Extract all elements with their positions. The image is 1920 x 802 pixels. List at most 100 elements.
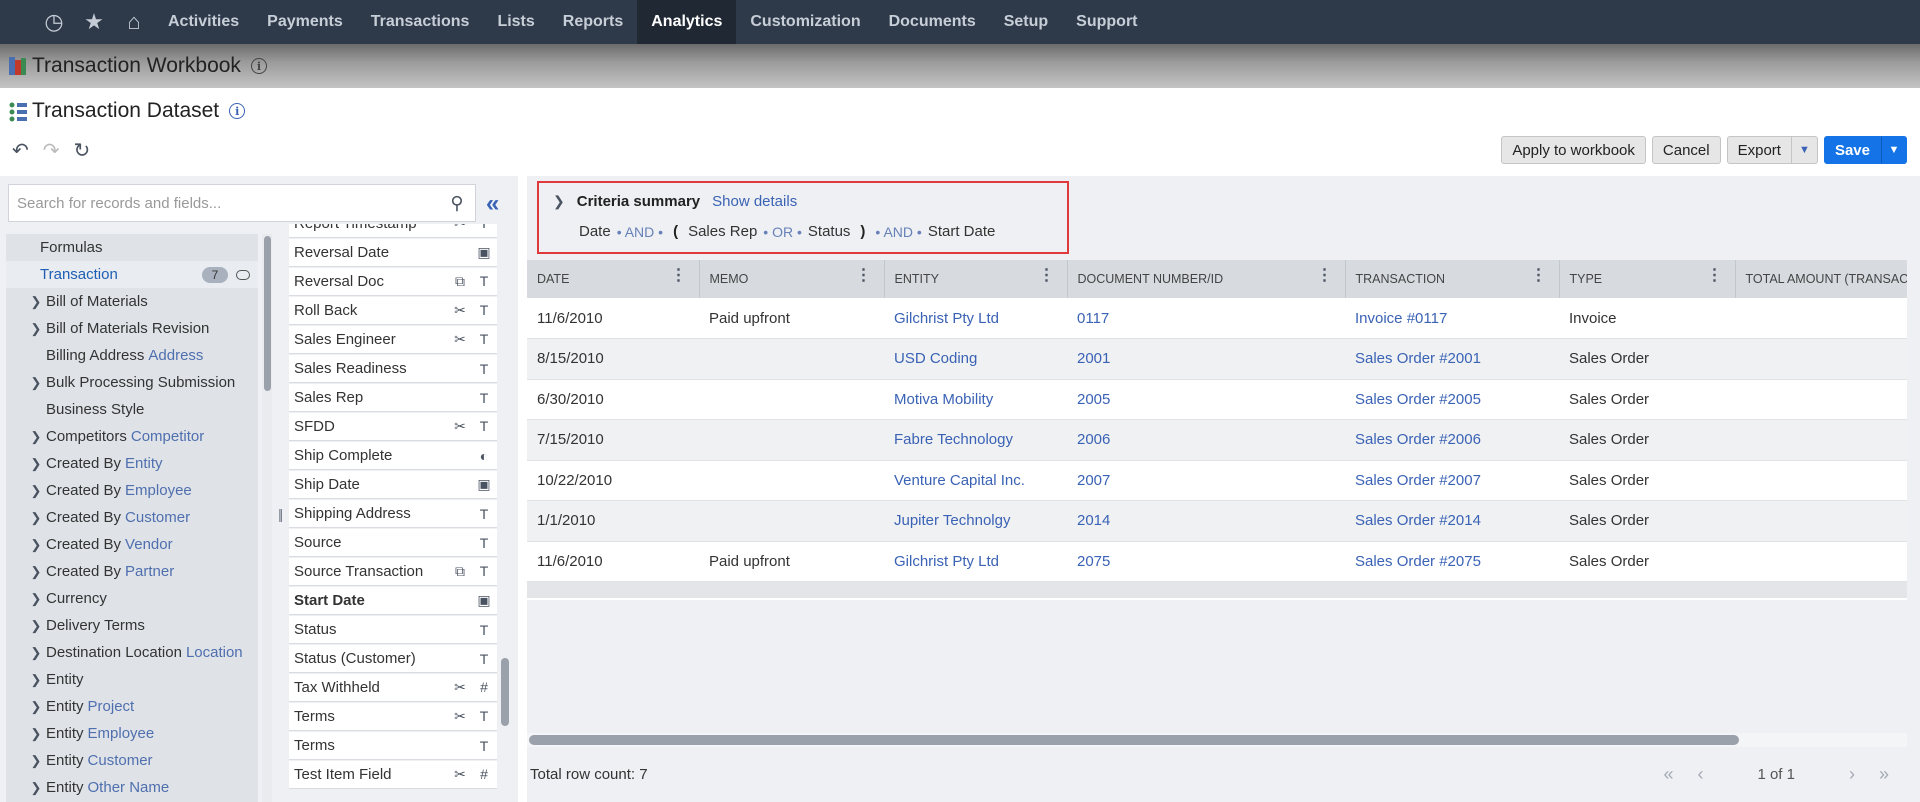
column-header[interactable]: ENTITY ⋮ xyxy=(884,260,1068,298)
table-cell[interactable]: 2006 xyxy=(1067,419,1345,461)
table-cell[interactable]: Gilchrist Pty Ltd xyxy=(884,298,1067,339)
star-icon[interactable]: ★ xyxy=(74,0,114,44)
nav-customization[interactable]: Customization xyxy=(736,0,874,44)
toggle-icon[interactable] xyxy=(236,269,250,280)
field-item[interactable]: Sales Readiness T xyxy=(289,355,497,383)
scroll-thumb[interactable] xyxy=(501,658,509,726)
chevron-right-icon[interactable]: ❯ xyxy=(26,321,46,337)
panel-splitter[interactable]: || xyxy=(278,506,283,522)
chevron-right-icon[interactable]: ❯ xyxy=(26,537,46,553)
field-item[interactable]: Terms T xyxy=(289,732,497,760)
info-icon[interactable]: i xyxy=(250,58,267,74)
table-cell[interactable]: Sales Order #2005 xyxy=(1345,379,1559,420)
table-cell[interactable]: 2014 xyxy=(1067,500,1345,542)
field-item[interactable]: Sales Engineer ✂ T xyxy=(289,326,497,354)
show-details-link[interactable]: Show details xyxy=(712,193,797,210)
chevron-right-icon[interactable]: ❯ xyxy=(26,591,46,607)
kebab-menu-icon[interactable]: ⋮ xyxy=(1039,268,1055,284)
tree-item[interactable]: ❯ Entity Other Name xyxy=(6,774,258,801)
scroll-thumb[interactable] xyxy=(529,735,1739,745)
tree-scrollbar[interactable] xyxy=(262,234,272,802)
redo-icon[interactable]: ↷ xyxy=(43,138,60,163)
tree-item[interactable]: ❯ Created By Customer xyxy=(6,504,258,531)
field-item[interactable]: SFDD ✂ T xyxy=(289,413,497,441)
tree-item[interactable]: ❯ Entity xyxy=(6,666,258,693)
criteria-operator[interactable]: • AND • xyxy=(875,224,921,240)
criteria-term[interactable]: Date xyxy=(579,223,611,240)
apply-to-workbook-button[interactable]: Apply to workbook xyxy=(1501,136,1646,164)
column-header[interactable]: TOTAL AMOUNT (TRANSACT xyxy=(1735,260,1907,298)
field-list-scrollbar[interactable] xyxy=(500,224,510,802)
nav-payments[interactable]: Payments xyxy=(253,0,357,44)
field-item[interactable]: Report Timestamp✂T xyxy=(289,224,497,238)
column-header[interactable]: MEMO ⋮ xyxy=(699,260,885,298)
record-search[interactable]: Search for records and fields... ⚲ xyxy=(8,184,476,222)
chevron-right-icon[interactable]: ❯ xyxy=(26,564,46,580)
search-input[interactable]: Search for records and fields... xyxy=(17,195,439,212)
criteria-operator[interactable]: • OR • xyxy=(763,224,802,240)
tree-item[interactable]: ❯ Created By Employee xyxy=(6,477,258,504)
collapse-panel-icon[interactable]: « xyxy=(486,190,499,218)
criteria-operator[interactable]: • AND • xyxy=(617,224,663,240)
tree-item[interactable]: ❯ Currency xyxy=(6,585,258,612)
tree-item[interactable]: ❯ Bill of Materials Revision xyxy=(6,315,258,342)
field-item[interactable]: Roll Back ✂ T xyxy=(289,297,497,325)
refresh-icon[interactable]: ↻ xyxy=(74,138,91,163)
search-icon[interactable]: ⚲ xyxy=(439,193,475,214)
table-cell[interactable]: 2005 xyxy=(1067,379,1345,420)
field-item[interactable]: Reversal Date ▣ xyxy=(289,239,497,267)
table-cell[interactable]: Invoice #0117 xyxy=(1345,298,1559,339)
criteria-term[interactable]: Status xyxy=(808,223,851,240)
tree-item[interactable]: ❯ Entity Employee xyxy=(6,720,258,747)
field-item[interactable]: Ship Complete ◐ xyxy=(289,442,497,470)
chevron-right-icon[interactable]: ❯ xyxy=(26,510,46,526)
table-cell[interactable]: Motiva Mobility xyxy=(884,379,1067,420)
tree-item[interactable]: ❯ Created By Entity xyxy=(6,450,258,477)
table-cell[interactable]: Sales Order #2001 xyxy=(1345,338,1559,380)
table-cell[interactable]: Venture Capital Inc. xyxy=(884,460,1067,501)
table-cell[interactable]: Jupiter Technolgy xyxy=(884,500,1067,542)
tree-item[interactable]: Billing Address Address xyxy=(6,342,258,369)
chevron-right-icon[interactable]: ❯ xyxy=(26,375,46,391)
field-item[interactable]: Test Item Field ✂ # xyxy=(289,761,497,789)
tree-item[interactable]: ❯ Entity Customer xyxy=(6,747,258,774)
chevron-down-icon[interactable]: ▼ xyxy=(1791,136,1818,164)
chevron-right-icon[interactable]: ❯ xyxy=(26,780,46,796)
info-icon[interactable]: i xyxy=(229,103,246,119)
criteria-term[interactable]: Sales Rep xyxy=(688,223,757,240)
kebab-menu-icon[interactable]: ⋮ xyxy=(1531,268,1547,284)
kebab-menu-icon[interactable]: ⋮ xyxy=(1317,268,1333,284)
field-item[interactable]: Source T xyxy=(289,529,497,557)
field-item[interactable]: Source Transaction ⧉ T xyxy=(289,558,497,586)
table-cell[interactable]: Sales Order #2006 xyxy=(1345,419,1559,461)
chevron-right-icon[interactable]: ❯ xyxy=(26,645,46,661)
column-header[interactable]: DATE ⋮ xyxy=(527,260,700,298)
grid-horizontal-scrollbar[interactable] xyxy=(527,733,1907,747)
kebab-menu-icon[interactable]: ⋮ xyxy=(856,268,872,284)
chevron-right-icon[interactable]: ❯ xyxy=(553,193,565,210)
tree-item[interactable]: ❯ Bulk Processing Submission xyxy=(6,369,258,396)
chevron-right-icon[interactable]: ❯ xyxy=(26,753,46,769)
table-cell[interactable]: Gilchrist Pty Ltd xyxy=(884,541,1067,582)
kebab-menu-icon[interactable]: ⋮ xyxy=(671,268,687,284)
chevron-right-icon[interactable]: ❯ xyxy=(26,483,46,499)
chevron-right-icon[interactable]: ❯ xyxy=(26,618,46,634)
export-button[interactable]: Export xyxy=(1726,136,1792,164)
nav-documents[interactable]: Documents xyxy=(875,0,990,44)
recent-icon[interactable]: ◷ xyxy=(34,0,74,44)
table-cell[interactable]: Sales Order #2075 xyxy=(1345,541,1559,582)
column-header[interactable]: DOCUMENT NUMBER/ID ⋮ xyxy=(1067,260,1346,298)
first-page-icon[interactable]: « xyxy=(1663,764,1673,785)
nav-setup[interactable]: Setup xyxy=(990,0,1062,44)
chevron-right-icon[interactable]: ❯ xyxy=(26,429,46,445)
field-item[interactable]: Terms ✂ T xyxy=(289,703,497,731)
nav-transactions[interactable]: Transactions xyxy=(357,0,484,44)
table-cell[interactable]: 2001 xyxy=(1067,338,1345,380)
tree-item[interactable]: Business Style xyxy=(6,396,258,423)
column-header[interactable]: TRANSACTION ⋮ xyxy=(1345,260,1560,298)
field-item[interactable]: Shipping Address T xyxy=(289,500,497,528)
save-button[interactable]: Save xyxy=(1823,136,1881,164)
nav-analytics[interactable]: Analytics xyxy=(637,0,737,44)
table-cell[interactable]: Fabre Technology xyxy=(884,419,1067,461)
next-page-icon[interactable]: › xyxy=(1849,764,1855,785)
